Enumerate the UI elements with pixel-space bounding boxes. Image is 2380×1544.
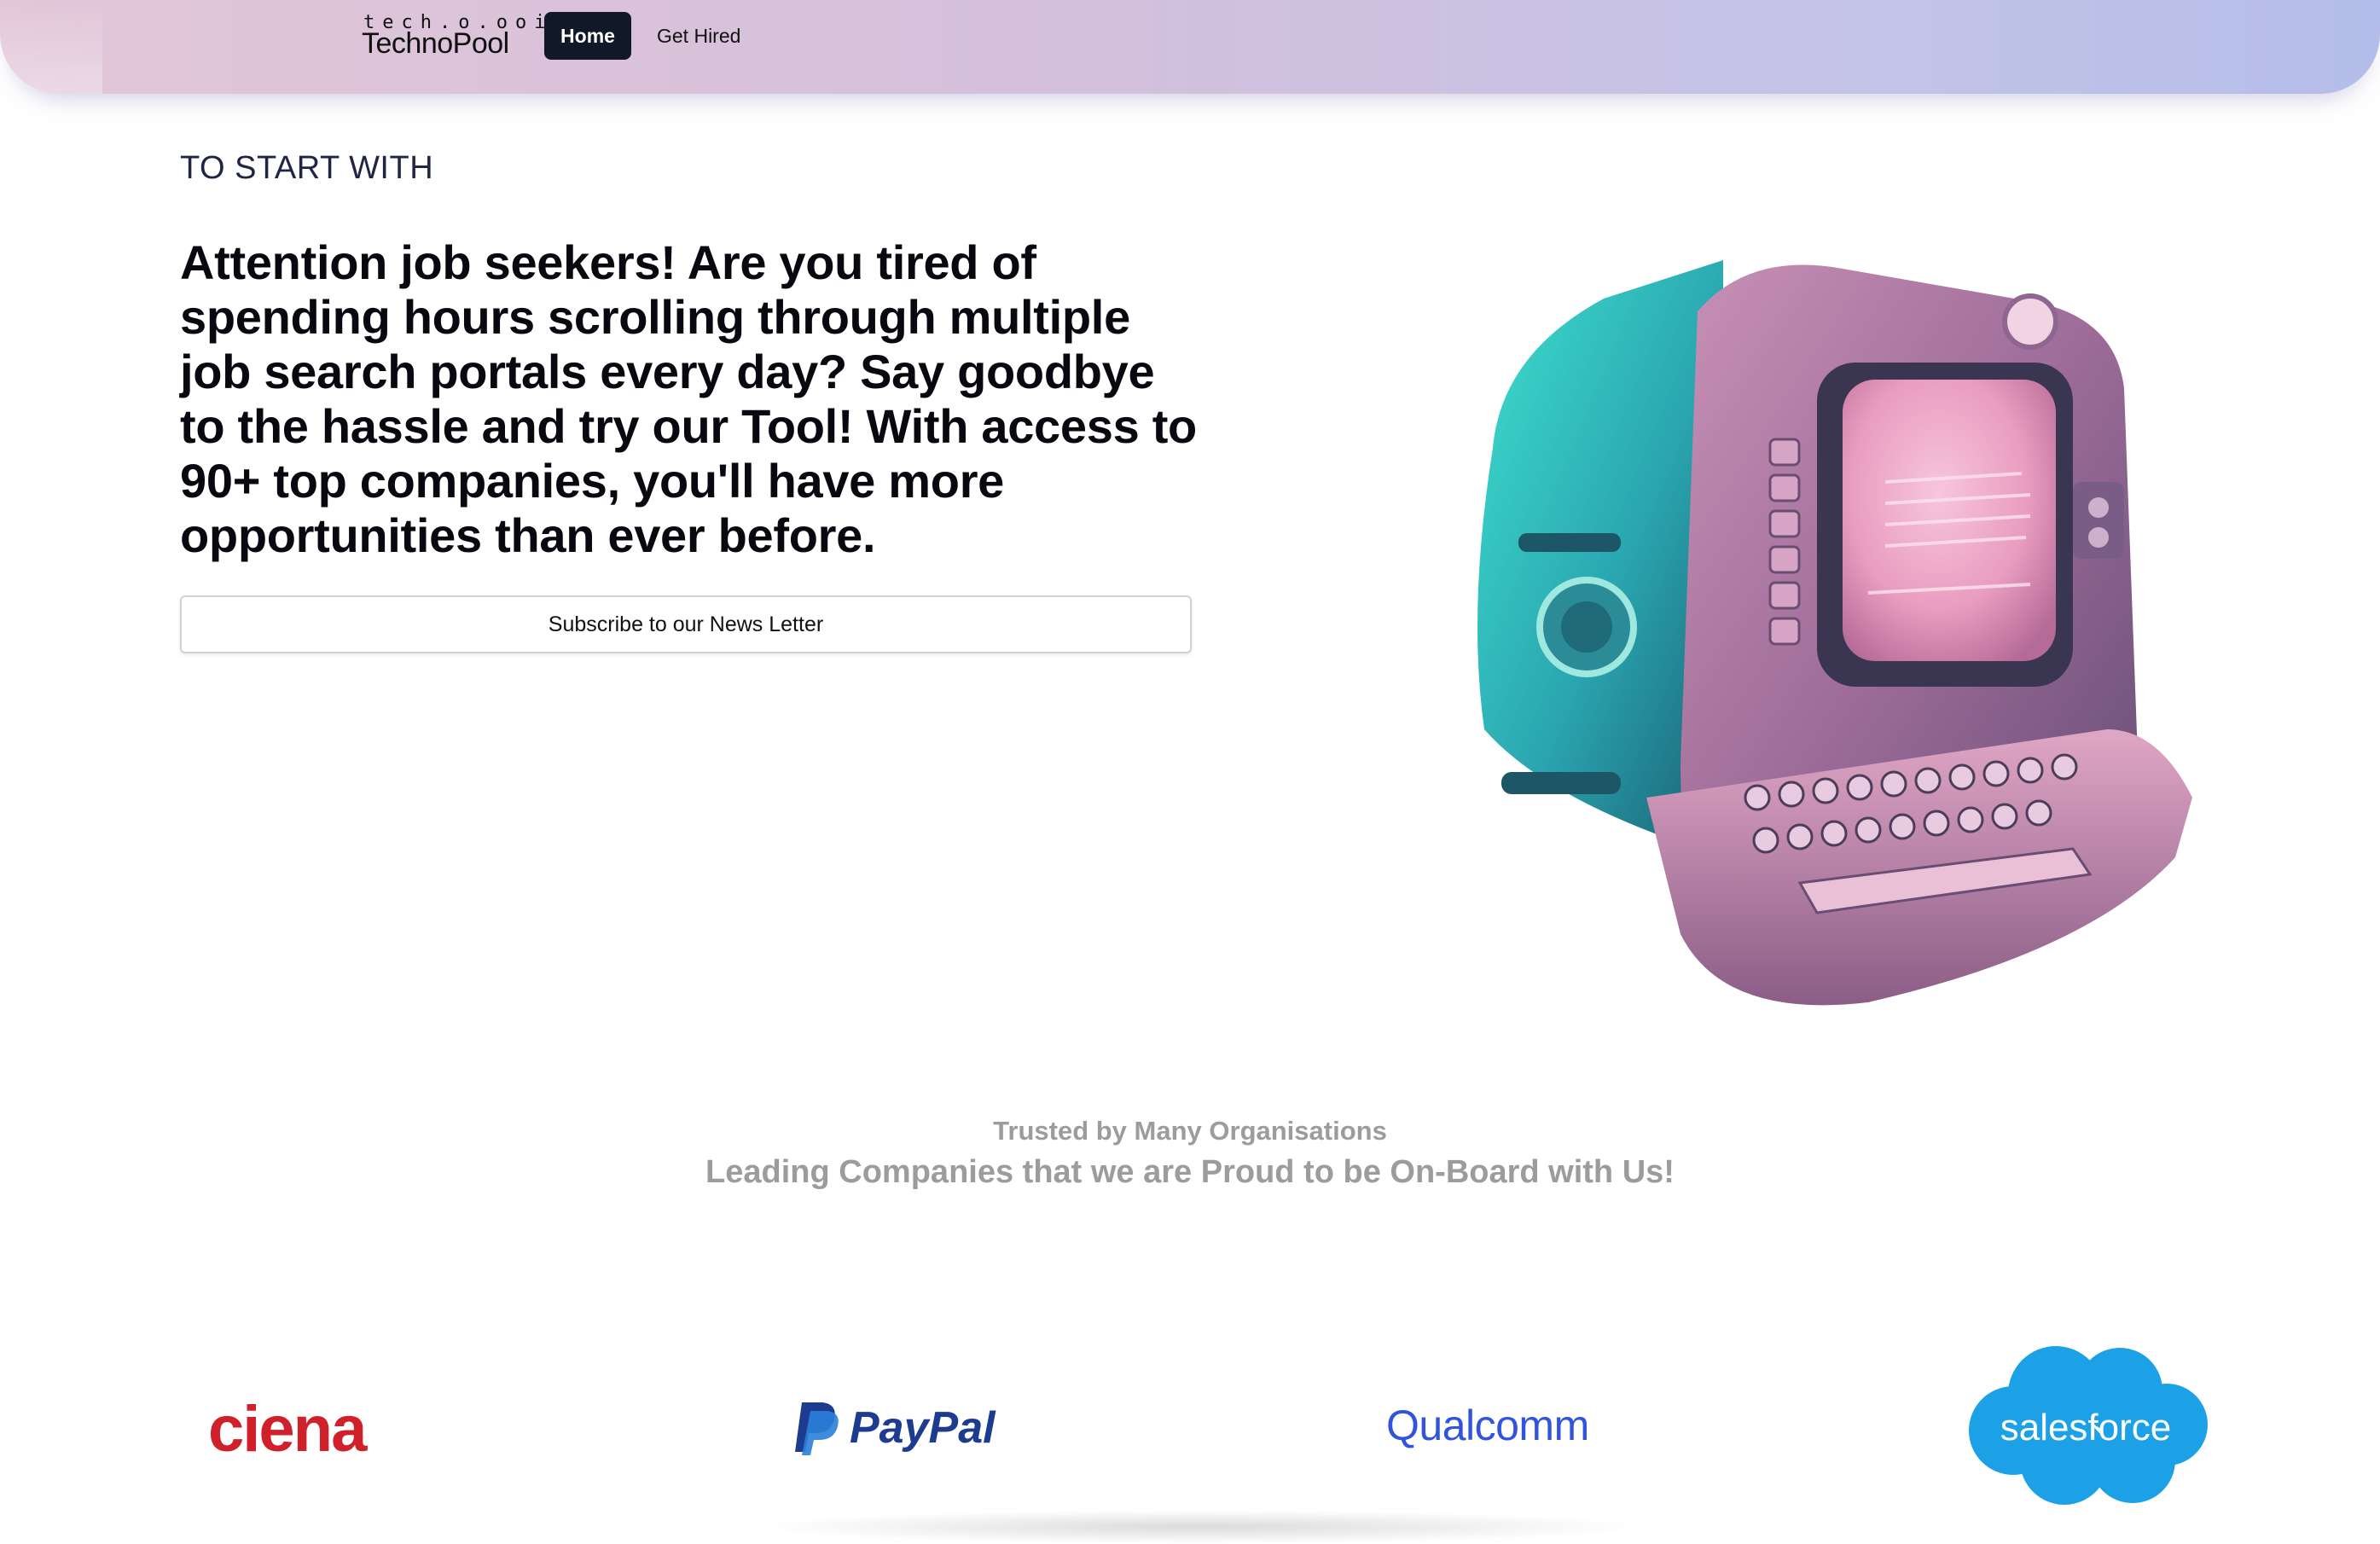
section-eyebrow: TO START WITH: [180, 150, 434, 186]
top-navbar: tech.o.ooi TechnoPool Home Get Hired: [0, 0, 2380, 94]
trusted-subheading: Leading Companies that we are Proud to b…: [705, 1154, 1675, 1190]
scroll-shadow: [751, 1510, 1646, 1544]
nav-get-hired-link[interactable]: Get Hired: [657, 12, 740, 60]
qualcomm-logo: Qualcomm: [1386, 1402, 1589, 1449]
logo-wordmark: TechnoPool: [362, 27, 509, 60]
ciena-logo: ciena: [208, 1393, 367, 1466]
salesforce-wordmark: salesforce: [2000, 1407, 2172, 1448]
trusted-heading: Trusted by Many Organisations: [993, 1116, 1387, 1146]
paypal-icon: [795, 1402, 839, 1455]
salesforce-logo: salesforce: [1969, 1346, 2208, 1505]
subscribe-newsletter-button[interactable]: Subscribe to our News Letter: [180, 595, 1192, 653]
hero-headline: Attention job seekers! Are you tired of …: [180, 235, 1197, 562]
nav-home-button[interactable]: Home: [544, 12, 631, 60]
paypal-logo: PayPal: [850, 1403, 996, 1453]
retro-computer-illustration: [1477, 260, 2192, 1006]
technopool-logo[interactable]: tech.o.ooi TechnoPool: [362, 12, 545, 63]
